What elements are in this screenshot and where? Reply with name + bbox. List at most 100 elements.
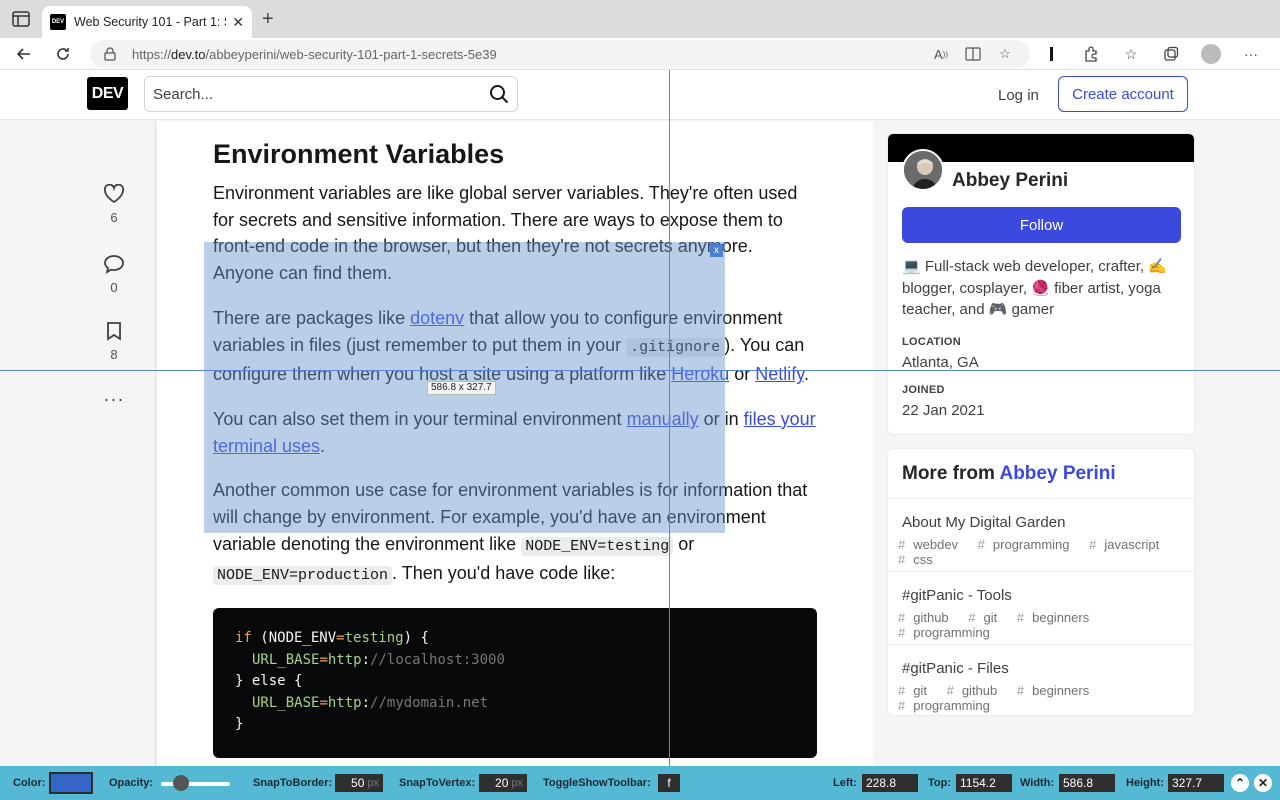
tag[interactable]: # webdev — [898, 537, 966, 552]
tag[interactable]: # programming — [898, 625, 998, 640]
post-tags: # git # github # beginners # programming — [898, 683, 1180, 713]
tag-label: programming — [913, 625, 990, 640]
close-toolbar-icon[interactable]: ✕ — [1254, 774, 1272, 792]
tag[interactable]: # github — [947, 683, 1006, 698]
code-token: //mydomain.net — [370, 694, 489, 711]
dimension-tooltip: 586.8 x 327.7 — [427, 381, 496, 395]
code-block: if (NODE_ENV=testing) { URL_BASE=http://… — [213, 608, 817, 759]
list-item[interactable]: #gitPanic - Files # git # github # beginner… — [888, 645, 1194, 715]
url-field[interactable]: https://dev.to/abbeyperini/web-security-… — [90, 40, 1030, 68]
back-arrow-icon[interactable] — [14, 44, 34, 64]
reload-icon[interactable] — [53, 44, 73, 64]
comment-icon — [104, 255, 124, 274]
follow-button[interactable]: Follow — [902, 207, 1181, 243]
author-avatar[interactable] — [902, 149, 944, 191]
horizontal-guide-line[interactable] — [0, 370, 1280, 371]
tag[interactable]: # git — [898, 683, 935, 698]
code-token: http — [327, 694, 362, 711]
list-item[interactable]: #gitPanic - Tools # github # git # beginner… — [888, 572, 1194, 645]
more-from-prefix: More from — [902, 463, 1000, 484]
top-value[interactable]: 1154.2 — [956, 774, 1012, 792]
more-from-title: More from Abbey Perini — [888, 449, 1194, 499]
extensions-puzzle-icon[interactable] — [1080, 44, 1102, 64]
opacity-slider-track[interactable] — [161, 782, 230, 786]
code-token: http — [327, 651, 362, 668]
code-line: URL_BASE=http://mydomain.net — [235, 693, 795, 715]
collapse-toolbar-icon[interactable]: ⌃ — [1231, 774, 1249, 792]
code-line: } — [235, 716, 244, 733]
height-value[interactable]: 327.7 — [1168, 774, 1224, 792]
code-line: } else { — [235, 673, 303, 690]
location-label: LOCATION — [902, 336, 962, 348]
node-env-testing-code: NODE_ENV=testing — [521, 536, 674, 556]
netlify-link[interactable]: Netlify — [755, 364, 804, 384]
tag-label: github — [961, 683, 998, 698]
selection-close-icon[interactable]: x — [710, 244, 723, 257]
joined-label: JOINED — [902, 384, 945, 396]
post-title[interactable]: About My Digital Garden — [902, 514, 1180, 531]
code-token: = — [319, 694, 328, 711]
more-from-author-link[interactable]: Abbey Perini — [999, 463, 1115, 484]
tag[interactable]: # beginners — [1017, 683, 1097, 698]
browser-tab-active[interactable]: DEV Web Security 101 - Part 1: Secrets ✕ — [42, 6, 252, 38]
new-tab-icon[interactable]: + — [262, 9, 274, 29]
tag[interactable]: # github — [898, 610, 957, 625]
tag[interactable]: # javascript — [1089, 537, 1167, 552]
search-icon[interactable] — [489, 84, 509, 104]
tag-label: programming — [992, 537, 1070, 552]
post-title[interactable]: #gitPanic - Tools — [902, 587, 1180, 604]
vertical-guide-line[interactable] — [669, 70, 670, 766]
collections-icon[interactable] — [1160, 44, 1182, 64]
text: or — [673, 533, 695, 554]
opacity-slider-handle[interactable] — [172, 775, 189, 791]
dev-logo[interactable]: DEV — [87, 77, 128, 110]
extension-bar-icon[interactable] — [1040, 44, 1062, 64]
tag[interactable]: # css — [898, 552, 941, 567]
code-token: URL_BASE — [252, 651, 320, 668]
search-box[interactable] — [144, 76, 518, 112]
reader-view-icon[interactable] — [964, 45, 982, 63]
unit-label: px — [511, 777, 523, 789]
comment-reaction[interactable]: 0 — [94, 254, 134, 295]
create-account-button[interactable]: Create account — [1058, 76, 1188, 112]
tag[interactable]: # programming — [978, 537, 1078, 552]
opacity-label: Opacity: — [109, 777, 154, 789]
code-token: if — [235, 630, 252, 647]
favorites-icon[interactable]: ☆ — [1120, 44, 1142, 64]
like-reaction[interactable]: 6 — [94, 184, 134, 225]
tag[interactable]: # programming — [898, 698, 998, 713]
snap-vertex-input[interactable]: 20 px — [479, 774, 527, 792]
snap-border-input[interactable]: 50 px — [335, 774, 383, 792]
tab-actions-icon[interactable] — [12, 11, 30, 27]
list-item[interactable]: About My Digital Garden # webdev # program… — [888, 499, 1194, 572]
lock-icon[interactable] — [104, 47, 116, 61]
color-swatch[interactable] — [49, 772, 93, 794]
more-menu-icon[interactable]: ··· — [1240, 44, 1262, 64]
post-title[interactable]: #gitPanic - Files — [902, 660, 1180, 677]
read-aloud-icon[interactable]: A)) — [932, 45, 950, 63]
more-from-author-card: More from Abbey Perini About My Digital … — [887, 448, 1195, 716]
tag[interactable]: # beginners — [1017, 610, 1097, 625]
code-token: //localhost:3000 — [370, 651, 505, 668]
add-favorite-icon[interactable]: ☆ — [996, 45, 1014, 63]
author-name[interactable]: Abbey Perini — [952, 170, 1068, 192]
snap-vertex-label: SnapToVertex: — [399, 777, 476, 789]
toggle-toolbar-key[interactable]: f — [658, 774, 680, 792]
bookmark-reaction[interactable]: 8 — [94, 321, 134, 362]
code-token: = — [319, 651, 328, 668]
profile-avatar-icon[interactable] — [1200, 44, 1222, 64]
comment-count: 0 — [110, 280, 118, 295]
color-label: Color: — [13, 777, 46, 789]
url-domain: dev.to — [171, 46, 206, 62]
width-value[interactable]: 586.8 — [1059, 774, 1115, 792]
more-options-icon[interactable]: ··· — [94, 389, 134, 410]
tag[interactable]: # git — [968, 610, 1005, 625]
tag-label: github — [913, 610, 949, 625]
search-input[interactable] — [145, 77, 465, 111]
tab-close-icon[interactable]: ✕ — [232, 14, 244, 31]
browser-tab-bar: DEV Web Security 101 - Part 1: Secrets ✕… — [0, 0, 1280, 38]
left-value[interactable]: 228.8 — [862, 774, 918, 792]
dev-favicon-icon: DEV — [50, 14, 66, 30]
login-link[interactable]: Log in — [984, 78, 1053, 112]
tag-label: git — [983, 610, 998, 625]
